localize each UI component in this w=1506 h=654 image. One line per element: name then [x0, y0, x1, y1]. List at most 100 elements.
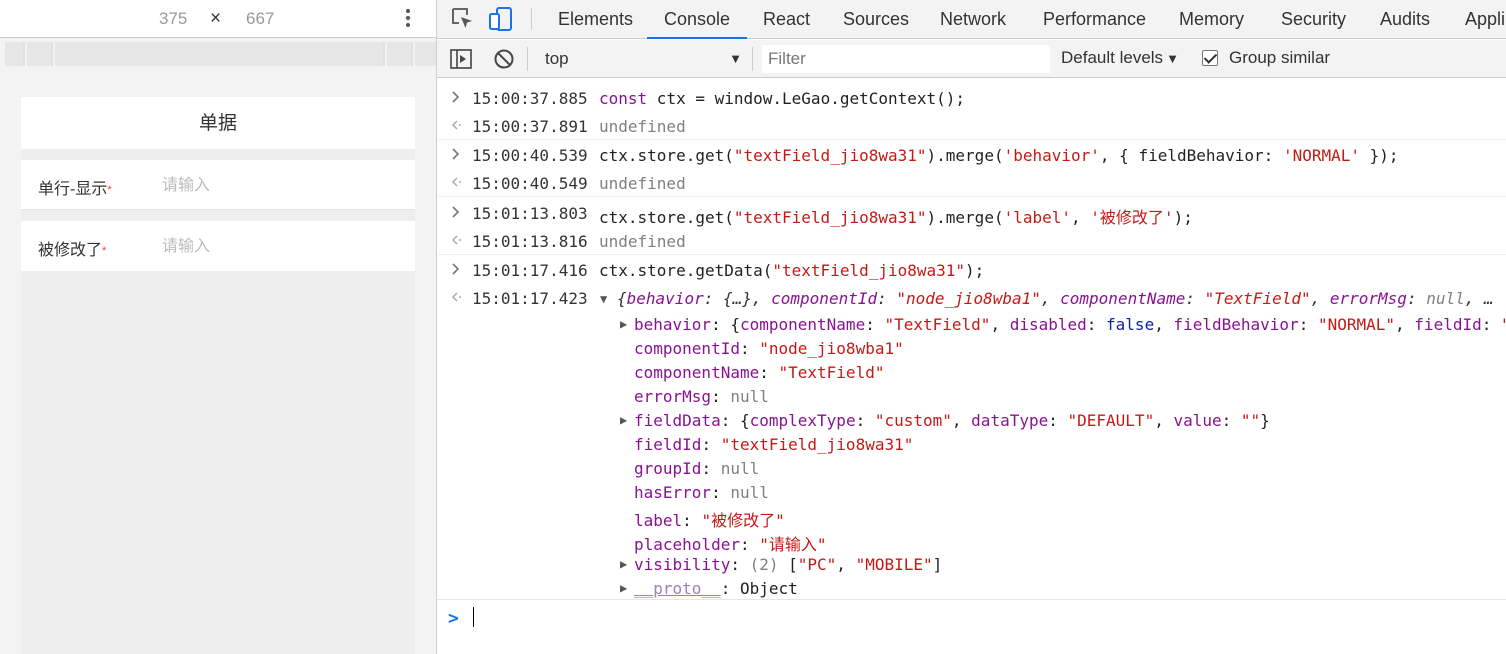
timestamp: 15:01:13.803	[472, 204, 588, 223]
device-height-field[interactable]: 667	[246, 9, 274, 29]
clear-console-icon[interactable]	[492, 47, 516, 71]
console-input-message: 15:01:17.416 ctx.store.getData("textField…	[437, 256, 1506, 284]
result-chevron-icon	[449, 232, 463, 248]
input-code: const ctx = window.LeGao.getContext();	[599, 89, 966, 108]
mobile-viewport: 单据 单行-显示* 被修改了*	[21, 97, 415, 654]
separator	[527, 47, 528, 71]
timestamp: 15:00:37.885	[472, 89, 588, 108]
tab-memory[interactable]: Memory	[1179, 0, 1244, 39]
group-similar-label: Group similar	[1229, 48, 1331, 67]
expand-triangle-icon[interactable]: ▶	[620, 557, 627, 571]
object-property: componentId: "node_jio8wba1"	[437, 336, 1506, 360]
timestamp: 15:00:37.891	[472, 117, 588, 136]
form-row-single-line: 单行-显示*	[21, 160, 415, 210]
console-result-message: 15:01:13.816 undefined	[437, 227, 1506, 255]
console-input-message: 15:00:37.885 const ctx = window.LeGao.get…	[437, 84, 1506, 112]
object-property[interactable]: ▶ visibility: (2) ["PC", "MOBILE"]	[437, 552, 1506, 576]
device-preview-panel: 375 × 667 单据 单行-显示* 被修改了*	[0, 0, 436, 654]
filter-input[interactable]	[762, 45, 1050, 73]
property-componentId: componentId: "node_jio8wba1"	[634, 339, 904, 358]
result-chevron-icon	[449, 174, 463, 190]
devtools-panel: Elements Console React Sources Network Perfor…	[436, 0, 1506, 654]
console-result-message: 15:00:37.891 undefined	[437, 112, 1506, 140]
log-levels-dropdown[interactable]: Default levels ▼	[1061, 48, 1179, 68]
tab-elements[interactable]: Elements	[558, 0, 633, 39]
more-options-icon[interactable]	[396, 7, 420, 31]
property-fieldId: fieldId: "textField_jio8wa31"	[634, 435, 914, 454]
object-property: hasError: null	[437, 480, 1506, 504]
console-result-message: 15:01:17.423 ▼ {behavior: {…}, componentId…	[437, 284, 1506, 312]
console-input[interactable]	[473, 607, 1473, 629]
ruler-segment[interactable]	[53, 42, 383, 66]
property-proto: __proto__: Object	[634, 579, 798, 598]
object-preview[interactable]: {behavior: {…}, componentId: "node_jio8w…	[617, 289, 1494, 308]
field-label: 被修改了*	[38, 242, 107, 259]
console-prompt[interactable]: >	[437, 599, 1506, 633]
expand-triangle-icon[interactable]: ▶	[620, 581, 627, 595]
inspect-element-icon[interactable]	[450, 6, 476, 32]
device-width-field[interactable]: 375	[159, 9, 187, 29]
console-output: 15:00:37.885 const ctx = window.LeGao.get…	[437, 79, 1506, 654]
expand-triangle-icon[interactable]: ▶	[620, 413, 627, 427]
object-property: groupId: null	[437, 456, 1506, 480]
tab-performance[interactable]: Performance	[1043, 0, 1146, 39]
property-fieldData: fieldData: {complexType: "custom", dataT…	[634, 411, 1270, 430]
property-groupId: groupId: null	[634, 459, 760, 478]
property-componentName: componentName: "TextField"	[634, 363, 885, 382]
input-code: ctx.store.get("textField_jio8wa31").merg…	[599, 208, 1193, 227]
result-value: undefined	[599, 232, 686, 251]
object-property: fieldId: "textField_jio8wa31"	[437, 432, 1506, 456]
tab-network[interactable]: Network	[940, 0, 1006, 39]
tab-react[interactable]: React	[763, 0, 810, 39]
group-similar-checkbox[interactable]	[1202, 50, 1218, 66]
tab-audits[interactable]: Audits	[1380, 0, 1430, 39]
object-property[interactable]: ▶ __proto__: Object	[437, 576, 1506, 600]
text-input[interactable]	[162, 234, 402, 260]
tab-console[interactable]: Console	[647, 0, 748, 39]
required-mark: *	[102, 245, 107, 257]
field-label: 单行-显示*	[38, 181, 112, 198]
devtools-tabbar: Elements Console React Sources Network Perfor…	[437, 0, 1506, 39]
property-errorMsg: errorMsg: null	[634, 387, 769, 406]
media-query-ruler[interactable]	[3, 42, 436, 66]
tab-appli[interactable]: Appli	[1465, 0, 1505, 39]
object-property: label: "被修改了"	[437, 504, 1506, 530]
device-toolbar-icon[interactable]	[488, 6, 514, 32]
form-row-modified: 被修改了*	[21, 221, 415, 271]
input-chevron-icon	[449, 146, 463, 162]
timestamp: 15:01:17.416	[472, 261, 588, 280]
ruler-segment[interactable]	[25, 42, 51, 66]
object-property[interactable]: ▶ fieldData: {complexType: "custom", data…	[437, 408, 1506, 432]
device-toolbar: 375 × 667	[0, 0, 436, 38]
property-hasError: hasError: null	[634, 483, 769, 502]
separator	[531, 8, 532, 30]
text-cursor	[473, 607, 474, 627]
result-chevron-icon	[449, 117, 463, 133]
timestamp: 15:00:40.539	[472, 146, 588, 165]
text-input[interactable]	[162, 173, 402, 199]
dimension-separator: ×	[210, 8, 222, 29]
object-property: errorMsg: null	[437, 384, 1506, 408]
object-property[interactable]: ▶ behavior: {componentName: "TextField", …	[437, 312, 1506, 336]
tab-security[interactable]: Security	[1281, 0, 1346, 39]
ruler-segment[interactable]	[3, 42, 23, 66]
expand-triangle-icon[interactable]: ▶	[620, 317, 627, 331]
tab-sources[interactable]: Sources	[843, 0, 909, 39]
console-result-message: 15:00:40.549 undefined	[437, 169, 1506, 197]
show-sidebar-icon[interactable]	[449, 47, 473, 71]
collapse-triangle-icon[interactable]: ▼	[600, 292, 607, 306]
timestamp: 15:01:17.423	[472, 289, 588, 308]
separator	[752, 47, 753, 71]
ruler-segment[interactable]	[385, 42, 411, 66]
required-mark: *	[107, 184, 112, 196]
console-toolbar: top ▼ Default levels▼ Group similar	[437, 40, 1506, 78]
object-property: placeholder: "请输入"	[437, 528, 1506, 554]
ruler-segment[interactable]	[413, 42, 436, 66]
context-selector[interactable]: top ▼	[538, 46, 748, 72]
input-chevron-icon	[449, 261, 463, 277]
object-property: componentName: "TextField"	[437, 360, 1506, 384]
result-chevron-icon	[449, 289, 463, 305]
dropdown-caret-icon: ▼	[729, 51, 742, 66]
property-visibility: visibility: (2) ["PC", "MOBILE"]	[634, 555, 943, 574]
result-value: undefined	[599, 174, 686, 193]
